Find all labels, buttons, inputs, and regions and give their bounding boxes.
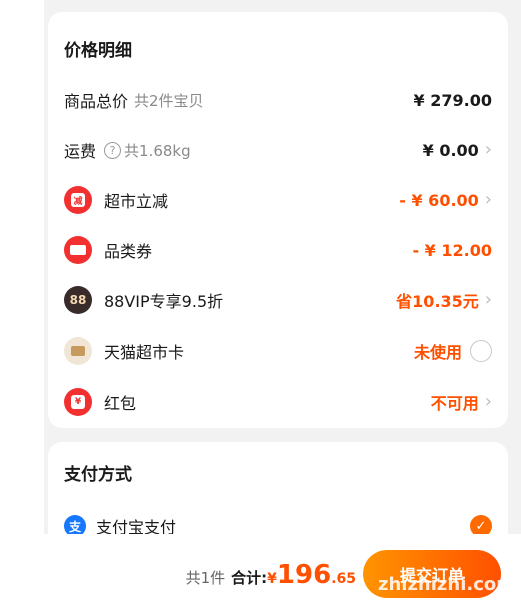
row-category-coupon[interactable]: 品类券 - ¥ 12.00 <box>48 230 508 270</box>
tmall-card-status: 未使用 <box>413 343 462 362</box>
vip-saving-value: 省10.35元 <box>396 292 479 311</box>
red-packet-icon: ¥ <box>64 388 92 416</box>
payment-title: 支付方式 <box>64 465 132 485</box>
order-total: 共1件 合计: ¥ 196 .65 <box>186 560 356 590</box>
total-amount-decimal: .65 <box>331 571 356 587</box>
goods-total-label: 商品总价 <box>64 92 129 111</box>
coupon-value: - ¥ 12.00 <box>412 240 492 260</box>
chevron-right-icon: › <box>484 189 492 210</box>
row-red-packet[interactable]: ¥ 红包 不可用 › <box>48 382 508 422</box>
discount-value: - ¥ 60.00 <box>399 190 479 210</box>
coupon-label: 品类券 <box>104 242 153 261</box>
vip-label: 88VIP专享9.5折 <box>104 292 224 311</box>
row-tmall-card[interactable]: 天猫超市卡 未使用 <box>48 331 508 371</box>
row-goods-total: 商品总价 共2件宝贝 ¥ 279.00 <box>48 80 508 120</box>
vip88-icon: 88 <box>64 286 92 314</box>
discount-label: 超市立减 <box>104 192 169 211</box>
total-amount-integer: 196 <box>276 560 332 590</box>
shipping-value: ¥ 0.00 <box>422 140 479 160</box>
row-supermarket-discount[interactable]: 减 超市立减 - ¥ 60.00 › <box>48 180 508 220</box>
total-label: 合计: <box>231 569 268 587</box>
goods-count-note: 共2件宝贝 <box>134 91 204 110</box>
tmall-card-radio[interactable] <box>470 340 492 362</box>
tmall-card-label: 天猫超市卡 <box>104 343 185 362</box>
goods-total-value: ¥ 279.00 <box>413 90 492 110</box>
row-shipping[interactable]: 运费 ? 共1.68kg ¥ 0.00 › <box>48 130 508 170</box>
watermark: zhizhizhi.com <box>377 574 515 595</box>
price-detail-title: 价格明细 <box>64 41 132 61</box>
wallet-card-icon <box>64 337 92 365</box>
shipping-weight: 共1.68kg <box>124 141 191 160</box>
red-packet-label: 红包 <box>104 394 137 413</box>
question-circle-icon[interactable]: ? <box>104 141 122 159</box>
chevron-right-icon: › <box>484 289 492 310</box>
shipping-label: 运费 <box>64 142 97 161</box>
currency-symbol: ¥ <box>267 571 277 587</box>
price-detail-card: 价格明细 商品总价 共2件宝贝 ¥ 279.00 运费 ? 共1.68kg ¥ … <box>48 12 508 428</box>
item-count: 共1件 <box>185 569 226 587</box>
discount-icon: 减 <box>64 186 92 214</box>
left-edge <box>0 0 44 614</box>
chevron-right-icon: › <box>484 139 492 160</box>
chevron-right-icon: › <box>484 391 492 412</box>
red-packet-status: 不可用 <box>430 394 479 413</box>
checkout-footer: 共1件 合计: ¥ 196 .65 提交订单 zhizhizhi.com <box>0 534 521 614</box>
coupon-icon <box>64 236 92 264</box>
row-88vip[interactable]: 88 88VIP专享9.5折 省10.35元 › <box>48 280 508 320</box>
